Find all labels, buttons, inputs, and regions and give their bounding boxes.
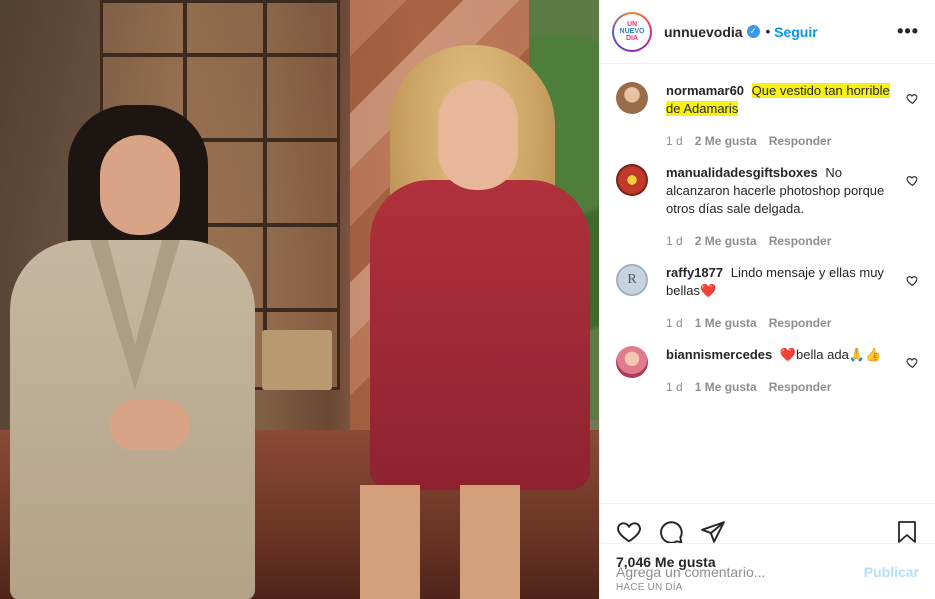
reply-button[interactable]: Responder: [769, 316, 832, 330]
post-photo[interactable]: [0, 0, 599, 599]
logo-line-1: UN: [626, 21, 638, 28]
comment-avatar[interactable]: [616, 346, 648, 378]
reply-button[interactable]: Responder: [769, 134, 832, 148]
heart-icon[interactable]: [616, 519, 642, 545]
avatar-letter: R: [627, 272, 637, 287]
comment-age[interactable]: 1 d: [666, 316, 683, 330]
comment-text: ❤️bella ada🙏👍: [779, 347, 882, 362]
comments-list[interactable]: normamar60 Que vestido tan horrible de A…: [600, 64, 935, 503]
comment-body: raffy1877 Lindo mensaje y ellas muy bell…: [666, 264, 919, 330]
comment-meta: 1 d 2 Me gusta Responder: [666, 134, 891, 148]
comment-heart-icon[interactable]: [906, 274, 919, 287]
comment-item: biannismercedes ❤️bella ada🙏👍 1 d 1 Me g…: [616, 346, 919, 394]
person-right-legs: [360, 485, 530, 599]
comment-age[interactable]: 1 d: [666, 234, 683, 248]
reply-button[interactable]: Responder: [769, 380, 832, 394]
verified-badge-icon: ✓: [746, 25, 760, 38]
account-avatar[interactable]: UN NUEVO DIA: [612, 11, 652, 52]
person-right-face: [438, 80, 518, 190]
comment-avatar[interactable]: R: [616, 264, 648, 296]
comment-text-block: normamar60 Que vestido tan horrible de A…: [666, 82, 891, 118]
person-right-romper: [370, 180, 590, 490]
more-options-icon[interactable]: •••: [897, 21, 919, 42]
follow-button[interactable]: Seguir: [774, 24, 818, 40]
post-header: UN NUEVO DIA unnuevodia ✓ • Seguir •••: [600, 0, 935, 64]
comment-age[interactable]: 1 d: [666, 134, 683, 148]
comment-item: manualidadesgiftsboxes No alcanzaron hac…: [616, 164, 919, 248]
comment-username[interactable]: biannismercedes: [666, 347, 772, 362]
logo-line-2-text: NUEVO: [619, 28, 645, 35]
comment-text-block: manualidadesgiftsboxes No alcanzaron hac…: [666, 164, 891, 218]
comment-heart-icon[interactable]: [906, 92, 919, 105]
comment-likes[interactable]: 1 Me gusta: [695, 316, 757, 330]
person-left: [0, 100, 265, 599]
person-left-face: [100, 135, 180, 235]
publish-button[interactable]: Publicar: [864, 564, 919, 580]
comment-meta: 1 d 1 Me gusta Responder: [666, 316, 891, 330]
comment-likes[interactable]: 1 Me gusta: [695, 380, 757, 394]
comment-heart-icon[interactable]: [906, 174, 919, 187]
logo-line-3: DIA: [625, 35, 639, 42]
bookmark-icon[interactable]: [895, 519, 919, 545]
instagram-post: UN NUEVO DIA unnuevodia ✓ • Seguir ••• n…: [0, 0, 935, 599]
account-username[interactable]: unnuevodia: [664, 24, 743, 40]
post-side-panel: UN NUEVO DIA unnuevodia ✓ • Seguir ••• n…: [599, 0, 935, 599]
comment-text-block: biannismercedes ❤️bella ada🙏👍: [666, 346, 891, 364]
comment-age[interactable]: 1 d: [666, 380, 683, 394]
comment-likes[interactable]: 2 Me gusta: [695, 234, 757, 248]
comment-username[interactable]: normamar60: [666, 83, 744, 98]
comment-body: biannismercedes ❤️bella ada🙏👍 1 d 1 Me g…: [666, 346, 919, 394]
paper-plane-icon[interactable]: [700, 519, 726, 545]
comment-body: manualidadesgiftsboxes No alcanzaron hac…: [666, 164, 919, 248]
header-separator: •: [765, 24, 771, 39]
comment-username[interactable]: manualidadesgiftsboxes: [666, 165, 818, 180]
person-right: [350, 45, 599, 599]
comment-bubble-icon[interactable]: [658, 519, 684, 545]
logo-line-2: NUEVO: [620, 28, 645, 35]
comment-avatar[interactable]: [616, 82, 648, 114]
comment-input[interactable]: [616, 563, 864, 580]
comment-username[interactable]: raffy1877: [666, 265, 723, 280]
comment-item: R raffy1877 Lindo mensaje y ellas muy be…: [616, 264, 919, 330]
basket: [262, 330, 332, 390]
account-logo: UN NUEVO DIA: [614, 13, 650, 50]
comment-avatar[interactable]: [616, 164, 648, 196]
comment-item: normamar60 Que vestido tan horrible de A…: [616, 82, 919, 148]
add-comment-bar: Publicar: [600, 543, 935, 599]
comment-likes[interactable]: 2 Me gusta: [695, 134, 757, 148]
reply-button[interactable]: Responder: [769, 234, 832, 248]
comment-meta: 1 d 1 Me gusta Responder: [666, 380, 891, 394]
person-left-hands: [110, 400, 190, 450]
comment-meta: 1 d 2 Me gusta Responder: [666, 234, 891, 248]
comment-text-block: raffy1877 Lindo mensaje y ellas muy bell…: [666, 264, 891, 300]
comment-heart-icon[interactable]: [906, 356, 919, 369]
comment-body: normamar60 Que vestido tan horrible de A…: [666, 82, 919, 148]
